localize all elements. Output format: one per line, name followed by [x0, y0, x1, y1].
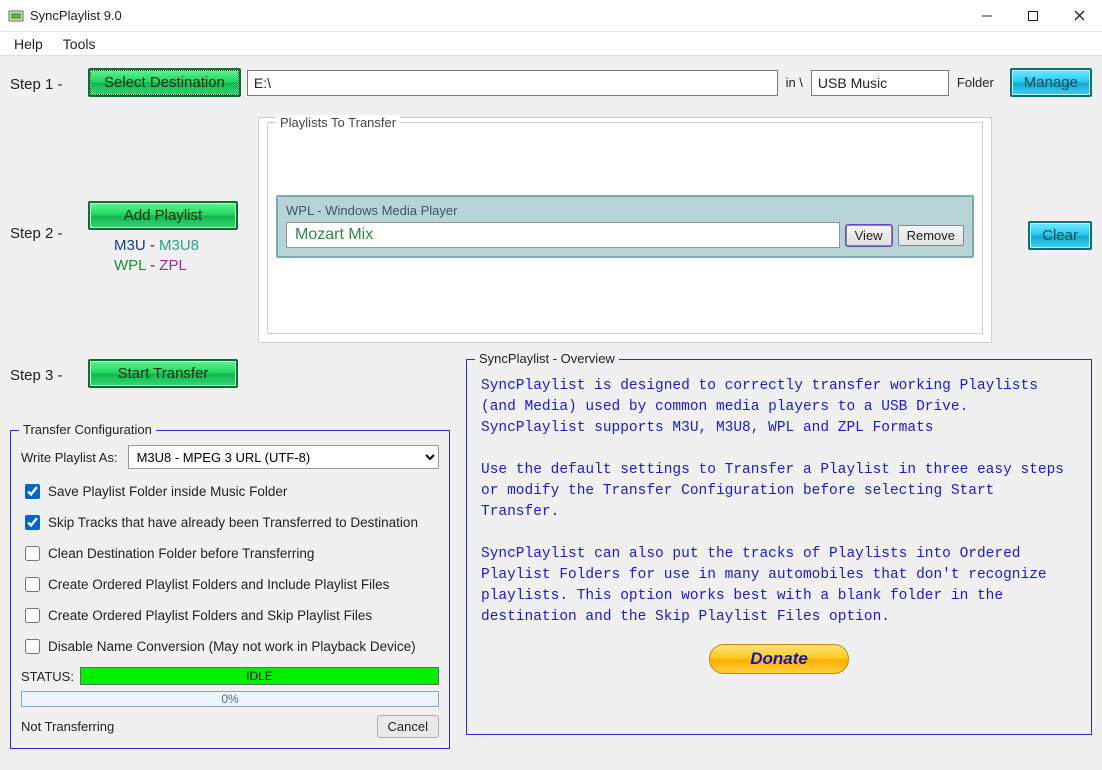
- step1-label: Step 1 -: [10, 72, 88, 93]
- opt-skip-tracks-checkbox[interactable]: [25, 515, 40, 530]
- playlists-group-legend: Playlists To Transfer: [276, 115, 400, 130]
- format-list: M3U - M3U8 WPL - ZPL: [114, 236, 258, 276]
- menubar: Help Tools: [0, 32, 1102, 56]
- status-value: IDLE: [80, 667, 439, 685]
- destination-path-value: E:\: [254, 75, 271, 91]
- fmt-m3u: M3U: [114, 237, 146, 254]
- fmt-wpl: WPL: [114, 257, 146, 274]
- playlist-type-label: WPL - Windows Media Player: [286, 203, 964, 218]
- add-playlist-button[interactable]: Add Playlist: [88, 201, 238, 230]
- opt-disable-conv-label: Disable Name Conversion (May not work in…: [48, 639, 416, 654]
- opt-ordered-include-label: Create Ordered Playlist Folders and Incl…: [48, 577, 389, 592]
- opt-save-inside-checkbox[interactable]: [25, 484, 40, 499]
- step2-label: Step 2 -: [10, 117, 88, 242]
- folder-label: Folder: [957, 75, 994, 90]
- folder-name-value: USB Music: [818, 75, 887, 91]
- view-button[interactable]: View: [846, 225, 892, 246]
- progress-bar: 0%: [21, 691, 439, 707]
- menu-tools[interactable]: Tools: [53, 34, 106, 54]
- titlebar: SyncPlaylist 9.0: [0, 0, 1102, 32]
- step3-label: Step 3 -: [10, 363, 88, 384]
- transfer-config-group: Transfer Configuration Write Playlist As…: [10, 430, 450, 749]
- donate-button[interactable]: Donate: [709, 644, 849, 674]
- select-destination-button[interactable]: Select Destination: [88, 68, 241, 97]
- in-separator-label: in \: [786, 75, 803, 90]
- app-icon: [8, 8, 24, 24]
- overview-text: SyncPlaylist is designed to correctly tr…: [481, 376, 1077, 628]
- fmt-zpl: ZPL: [159, 257, 187, 274]
- overview-legend: SyncPlaylist - Overview: [475, 351, 619, 366]
- window-title: SyncPlaylist 9.0: [30, 8, 122, 23]
- opt-skip-tracks-label: Skip Tracks that have already been Trans…: [48, 515, 418, 530]
- opt-clean-label: Clean Destination Folder before Transfer…: [48, 546, 314, 561]
- playlist-entry: WPL - Windows Media Player Mozart Mix Vi…: [276, 195, 974, 258]
- start-transfer-button[interactable]: Start Transfer: [88, 359, 238, 388]
- menu-help[interactable]: Help: [4, 34, 53, 54]
- transfer-config-legend: Transfer Configuration: [19, 422, 156, 437]
- transfer-state-label: Not Transferring: [21, 719, 114, 734]
- opt-save-inside-label: Save Playlist Folder inside Music Folder: [48, 484, 287, 499]
- playlist-name-value: Mozart Mix: [295, 226, 373, 244]
- fmt-m3u8: M3U8: [159, 237, 199, 254]
- overview-group: SyncPlaylist - Overview SyncPlaylist is …: [466, 359, 1092, 735]
- opt-ordered-skip-checkbox[interactable]: [25, 608, 40, 623]
- cancel-button[interactable]: Cancel: [377, 715, 439, 738]
- opt-ordered-skip-label: Create Ordered Playlist Folders and Skip…: [48, 608, 372, 623]
- remove-button[interactable]: Remove: [898, 225, 964, 246]
- opt-ordered-include-checkbox[interactable]: [25, 577, 40, 592]
- opt-disable-conv-checkbox[interactable]: [25, 639, 40, 654]
- maximize-button[interactable]: [1010, 0, 1056, 32]
- playlist-name-field[interactable]: Mozart Mix: [286, 222, 840, 248]
- close-button[interactable]: [1056, 0, 1102, 32]
- manage-button[interactable]: Manage: [1010, 68, 1092, 97]
- status-label: STATUS:: [21, 669, 74, 684]
- clear-button[interactable]: Clear: [1028, 221, 1092, 250]
- destination-path-input[interactable]: E:\: [247, 70, 778, 96]
- opt-clean-checkbox[interactable]: [25, 546, 40, 561]
- folder-name-input[interactable]: USB Music: [811, 70, 949, 96]
- playlists-panel: Playlists To Transfer WPL - Windows Medi…: [258, 117, 992, 343]
- minimize-button[interactable]: [964, 0, 1010, 32]
- write-playlist-select[interactable]: M3U8 - MPEG 3 URL (UTF-8): [128, 445, 439, 469]
- write-playlist-label: Write Playlist As:: [21, 450, 118, 465]
